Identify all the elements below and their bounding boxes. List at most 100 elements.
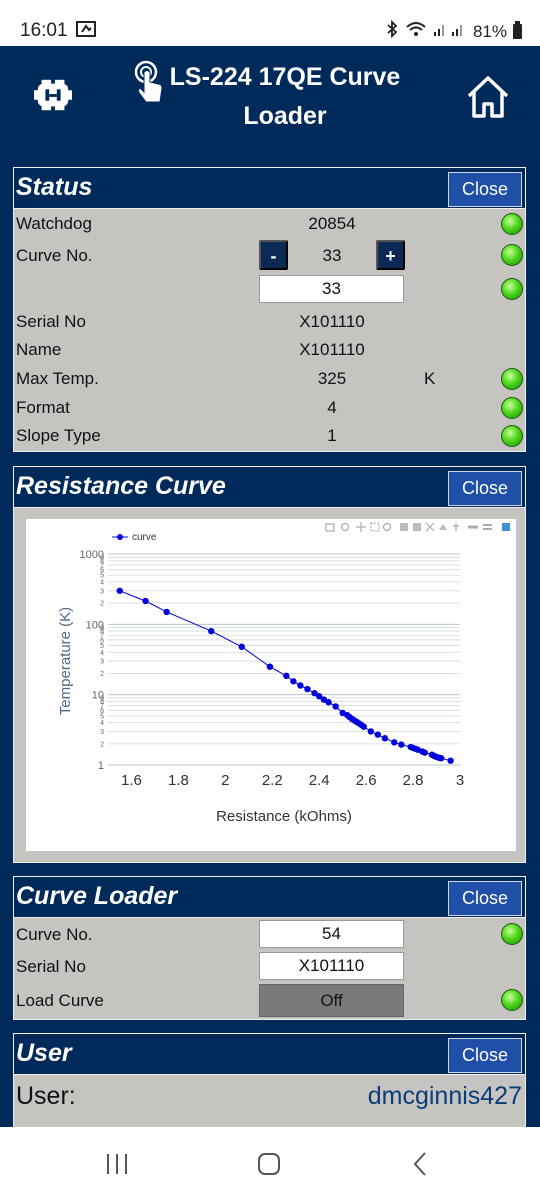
load-curve-row: Load Curve Off — [14, 982, 525, 1018]
curve-no-increment-button[interactable]: + — [376, 239, 405, 270]
x-tick-label: 1.6 — [121, 772, 142, 789]
user-row: User: dmcginnis427 — [14, 1075, 525, 1115]
user-value: dmcginnis427 — [367, 1082, 522, 1110]
fermilab-logo-icon[interactable] — [34, 76, 72, 114]
data-point[interactable] — [142, 597, 149, 605]
back-icon[interactable] — [408, 1151, 434, 1177]
x-tick-label: 2.6 — [356, 772, 377, 789]
curve-no-input-row: 33 — [14, 273, 525, 307]
y-tick-major-label: 1 — [98, 760, 104, 772]
data-point[interactable] — [398, 741, 405, 748]
bluetooth-icon — [385, 19, 399, 43]
home-icon[interactable] — [465, 74, 511, 120]
home-nav-icon[interactable] — [256, 1151, 282, 1177]
y-tick-major-label: 100 — [86, 619, 104, 631]
data-point[interactable] — [290, 678, 297, 685]
loader-panel-title: Curve Loader — [16, 882, 178, 910]
chart-legend: curve — [112, 532, 157, 543]
max-temp-led-icon — [501, 368, 523, 391]
zoom-in-icon[interactable] — [400, 523, 408, 531]
legend-marker — [117, 534, 123, 540]
y-tick-minor-label: 4 — [100, 650, 104, 657]
chart-container[interactable]: curve 1 2 3 4 5 6 7 8 9 10 2 3 4 5 6 7 8 9 100 2 3 4 5 6 7 8 9 1000… — [26, 519, 516, 851]
app-title-block: LS-224 17QE Curve Loader — [128, 58, 418, 136]
screenshot-icon — [76, 21, 96, 42]
data-point[interactable] — [163, 608, 170, 616]
plotly-logo-icon[interactable] — [502, 523, 510, 531]
curve-no-input-led-icon — [501, 277, 523, 300]
data-point[interactable] — [367, 728, 375, 735]
status-panel: Status Close Watchdog 20854 Curve No. - … — [13, 167, 526, 452]
data-point[interactable] — [332, 703, 339, 710]
curve-loader-panel: Curve Loader Close Curve No. 54 Serial N… — [13, 876, 526, 1020]
y-tick-minor-label: 2 — [100, 671, 104, 678]
curve-no-input[interactable]: 33 — [259, 274, 404, 303]
curve-no-row: Curve No. - 33 + — [14, 238, 525, 273]
data-point[interactable] — [438, 754, 445, 762]
data-point[interactable] — [421, 749, 428, 756]
page-title: LS-224 17QE Curve Loader — [169, 63, 401, 130]
loader-curve-no-input[interactable]: 54 — [259, 920, 404, 948]
app-header: LS-224 17QE Curve Loader — [0, 46, 540, 164]
x-tick-label: 2.4 — [309, 772, 330, 789]
name-row: Name X101110 — [14, 335, 525, 364]
chart-modebar — [325, 522, 510, 532]
x-tick-label: 2.2 — [262, 772, 283, 789]
y-tick-minor-label: 3 — [100, 659, 104, 666]
data-point[interactable] — [208, 627, 215, 635]
max-temp-unit: K — [424, 369, 436, 389]
data-point[interactable] — [238, 643, 245, 650]
data-point[interactable] — [374, 731, 382, 738]
data-point[interactable] — [283, 672, 290, 680]
max-temp-value: 325 — [317, 369, 347, 389]
loader-close-button[interactable]: Close — [448, 881, 522, 916]
resistance-panel-header: Resistance Curve Close — [14, 467, 525, 508]
zoom-out-icon[interactable] — [413, 523, 421, 531]
load-curve-label: Load Curve — [16, 991, 104, 1010]
loader-serial-input[interactable]: X101110 — [259, 952, 404, 980]
watchdog-row: Watchdog 20854 — [14, 209, 525, 238]
data-point[interactable] — [297, 682, 304, 689]
camera-icon[interactable] — [325, 523, 335, 532]
format-led-icon — [501, 396, 523, 419]
data-point[interactable] — [325, 699, 332, 706]
loader-curve-no-label: Curve No. — [16, 925, 93, 944]
autoscale-icon[interactable] — [425, 522, 435, 532]
slope-type-label: Slope Type — [16, 426, 101, 446]
reset-axes-icon[interactable] — [439, 524, 447, 530]
user-close-button[interactable]: Close — [448, 1038, 522, 1073]
serial-no-label: Serial No — [16, 311, 86, 331]
recent-apps-icon[interactable] — [104, 1151, 130, 1177]
data-point[interactable] — [381, 735, 389, 742]
y-tick-major-label: 1000 — [80, 549, 104, 561]
max-temp-row: Max Temp. 325 K — [14, 364, 525, 393]
android-nav-bar — [0, 1127, 540, 1200]
data-point[interactable] — [304, 685, 311, 693]
pan-icon[interactable] — [356, 522, 366, 532]
wifi-icon — [405, 20, 427, 43]
zoom-icon[interactable] — [340, 522, 350, 532]
box-select-icon[interactable] — [370, 522, 380, 532]
name-value: X101110 — [299, 340, 365, 360]
resistance-chart[interactable]: curve 1234567891023456789100234567891000… — [26, 519, 516, 851]
loader-serial-row: Serial No X101110 — [14, 950, 525, 982]
battery-percent: 81% — [472, 21, 507, 41]
resistance-close-button[interactable]: Close — [448, 471, 522, 506]
status-close-button[interactable]: Close — [448, 172, 522, 207]
data-point[interactable] — [116, 587, 123, 594]
curve-no-led-icon — [501, 243, 523, 266]
name-label: Name — [16, 340, 62, 360]
data-point[interactable] — [447, 757, 454, 764]
data-point[interactable] — [391, 739, 398, 746]
lasso-icon[interactable] — [382, 522, 392, 532]
slope-type-led-icon — [501, 425, 523, 448]
spike-lines-icon[interactable] — [453, 523, 459, 531]
format-value: 4 — [327, 397, 337, 417]
load-curve-toggle-button[interactable]: Off — [259, 984, 404, 1017]
hover-compare-icon[interactable] — [483, 524, 492, 530]
data-point[interactable] — [360, 723, 367, 730]
status-panel-header: Status Close — [14, 168, 525, 209]
data-point[interactable] — [266, 663, 274, 670]
user-panel-title: User — [16, 1039, 72, 1067]
y-axis-label: Temperature (K) — [57, 607, 74, 715]
